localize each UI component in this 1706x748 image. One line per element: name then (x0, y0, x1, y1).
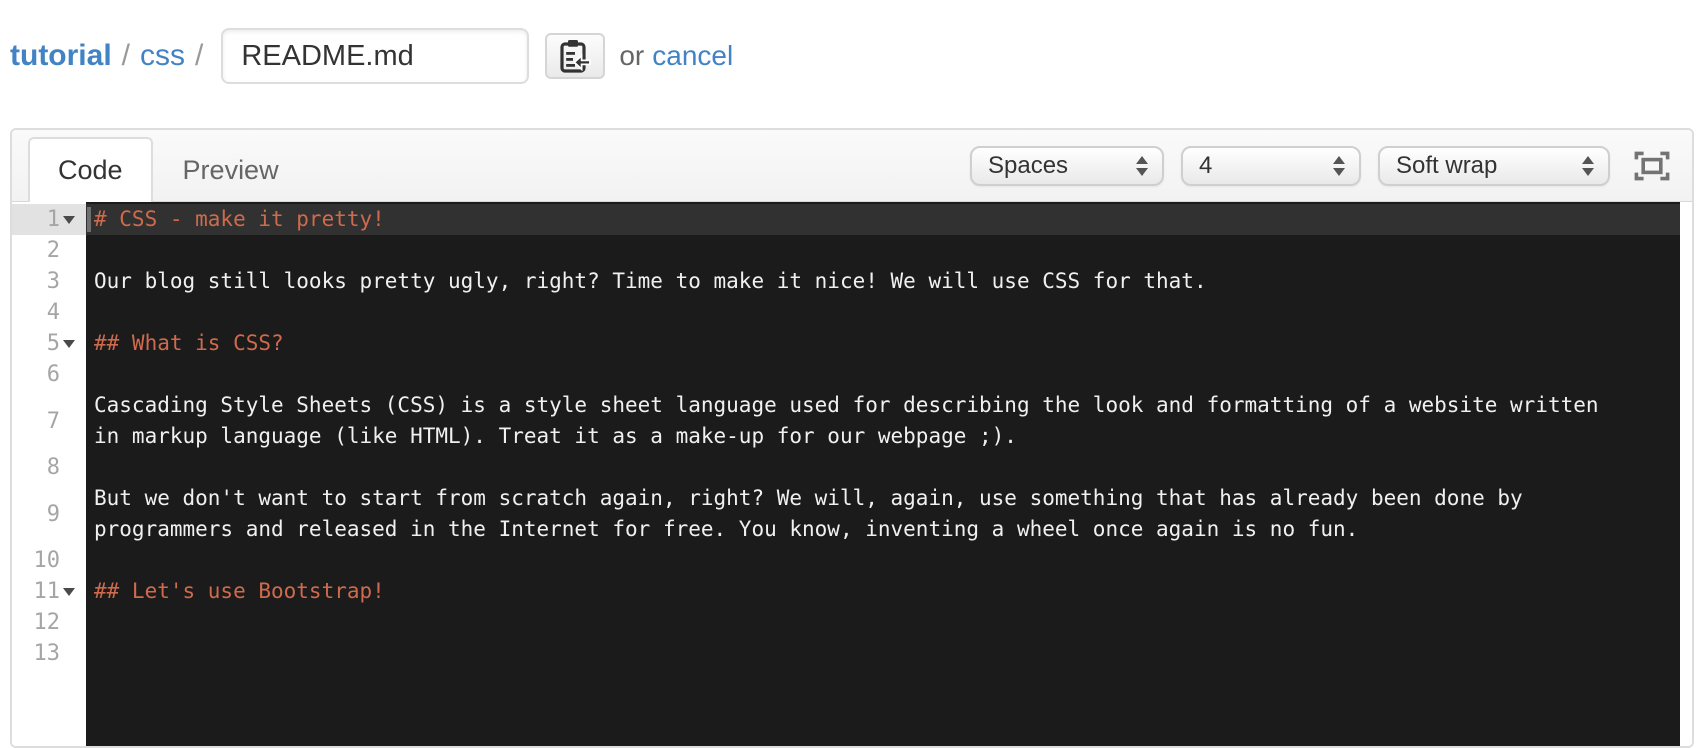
code-area[interactable]: # CSS - make it pretty! Our blog still lo… (86, 202, 1680, 746)
gutter-line-6[interactable]: 6 (12, 359, 86, 390)
tab-preview[interactable]: Preview (153, 137, 309, 201)
breadcrumb-separator: / (195, 39, 204, 72)
editor-tabs: Code Preview (28, 137, 309, 202)
select-value: Spaces (988, 151, 1069, 179)
code-line-13[interactable] (86, 638, 1680, 669)
select-spinner-icon (1333, 155, 1345, 176)
fullscreen-button[interactable] (1634, 151, 1670, 181)
code-row (86, 545, 1680, 576)
line-number: 10 (33, 548, 61, 573)
code-row: ## What is CSS? (94, 331, 284, 355)
fold-slot-empty (60, 266, 78, 297)
line-number: 8 (46, 455, 60, 480)
line-number: 12 (33, 610, 61, 635)
fold-slot-empty (60, 297, 78, 328)
code-editor[interactable]: 1 2 3 4 5 6 7 8 9 10 11 12 13 # CSS - make it pretty… (12, 202, 1692, 746)
code-row: Cascading Style Sheets (CSS) is a style … (94, 393, 1599, 417)
or-label: or (619, 40, 645, 71)
fold-slot-empty (60, 359, 78, 390)
line-number: 2 (46, 238, 60, 263)
code-row (86, 452, 1680, 483)
select-value: Soft wrap (1396, 151, 1498, 179)
line-number: 5 (46, 331, 60, 356)
gutter-line-2[interactable]: 2 (12, 235, 86, 266)
fold-toggle-icon[interactable] (60, 576, 78, 607)
code-row (86, 235, 1680, 266)
text-cursor (87, 207, 91, 232)
breadcrumb-folder-link[interactable]: css (140, 39, 185, 73)
file-header: tutorial / css / or cancel (10, 0, 733, 112)
select-spinner-icon (1582, 155, 1594, 176)
code-line-2[interactable] (86, 235, 1680, 266)
breadcrumb-separator: / (121, 39, 131, 72)
gutter-line-13[interactable]: 13 (12, 638, 86, 669)
line-number: 13 (33, 641, 61, 666)
fold-slot-empty (60, 235, 78, 266)
code-line-4[interactable] (86, 297, 1680, 328)
code-row (86, 297, 1680, 328)
cancel-link[interactable]: cancel (652, 40, 733, 72)
breadcrumb-repo-link[interactable]: tutorial (10, 39, 112, 73)
fold-slot-empty (60, 607, 78, 638)
code-row (86, 359, 1680, 390)
indent-mode-select[interactable]: Spaces (970, 145, 1164, 186)
code-row: in markup language (like HTML). Treat it… (94, 424, 1017, 448)
code-row (86, 607, 1680, 638)
gutter-line-3[interactable]: 3 (12, 266, 86, 297)
editor-controls: Spaces 4 Soft wrap (970, 145, 1670, 186)
gutter-line-11[interactable]: 11 (12, 576, 86, 607)
line-number: 1 (46, 207, 60, 232)
file-editor-container: Code Preview Spaces 4 Soft wrap 1 2 3 4 5 6 7 8 9 10… (10, 128, 1694, 748)
line-number: 11 (33, 579, 61, 604)
editor-selects: Spaces 4 Soft wrap (970, 145, 1610, 186)
gutter-line-1[interactable]: 1 (12, 204, 86, 235)
editor-tab-bar: Code Preview Spaces 4 Soft wrap (12, 130, 1692, 202)
code-line-10[interactable] (86, 545, 1680, 576)
code-line-9[interactable]: But we don't want to start from scratch … (86, 483, 1680, 545)
line-number: 9 (46, 501, 60, 527)
code-row (86, 638, 1680, 669)
code-line-11[interactable]: ## Let's use Bootstrap! (86, 576, 1680, 607)
gutter-line-10[interactable]: 10 (12, 545, 86, 576)
code-row: ## Let's use Bootstrap! (94, 579, 385, 603)
filename-input[interactable] (221, 28, 530, 84)
select-value: 4 (1199, 151, 1213, 179)
line-number: 3 (46, 269, 60, 294)
code-line-12[interactable] (86, 607, 1680, 638)
code-line-1[interactable]: # CSS - make it pretty! (86, 204, 1680, 235)
fold-toggle-icon[interactable] (60, 204, 78, 235)
fold-slot-empty (60, 638, 78, 669)
line-number: 6 (46, 362, 60, 387)
fold-slot-empty (60, 452, 78, 483)
gutter-line-9[interactable]: 9 (12, 483, 86, 545)
fold-slot-empty (60, 390, 78, 452)
line-number-gutter: 1 2 3 4 5 6 7 8 9 10 11 12 13 (12, 202, 86, 746)
code-row: Our blog still looks pretty ugly, right?… (94, 269, 1207, 293)
fold-slot-empty (60, 483, 78, 545)
code-row: # CSS - make it pretty! (86, 204, 1680, 235)
screen-full-icon (1634, 151, 1670, 180)
copy-path-button[interactable] (545, 33, 606, 79)
line-number: 4 (46, 300, 60, 325)
gutter-line-5[interactable]: 5 (12, 328, 86, 359)
indent-width-select[interactable]: 4 (1181, 145, 1361, 186)
code-line-5[interactable]: ## What is CSS? (86, 328, 1680, 359)
gutter-line-7[interactable]: 7 (12, 390, 86, 452)
code-row: programmers and released in the Internet… (94, 517, 1359, 541)
gutter-line-8[interactable]: 8 (12, 452, 86, 483)
clipboard-arrow-icon (560, 40, 592, 73)
code-line-7[interactable]: Cascading Style Sheets (CSS) is a style … (86, 390, 1680, 452)
line-number: 7 (46, 408, 60, 434)
tab-code[interactable]: Code (28, 137, 153, 202)
fold-slot-empty (60, 545, 78, 576)
code-row: But we don't want to start from scratch … (94, 486, 1523, 510)
gutter-line-4[interactable]: 4 (12, 297, 86, 328)
select-spinner-icon (1136, 155, 1148, 176)
code-line-3[interactable]: Our blog still looks pretty ugly, right?… (86, 266, 1680, 297)
gutter-line-12[interactable]: 12 (12, 607, 86, 638)
fold-toggle-icon[interactable] (60, 328, 78, 359)
code-line-8[interactable] (86, 452, 1680, 483)
wrap-mode-select[interactable]: Soft wrap (1378, 145, 1610, 186)
code-line-6[interactable] (86, 359, 1680, 390)
